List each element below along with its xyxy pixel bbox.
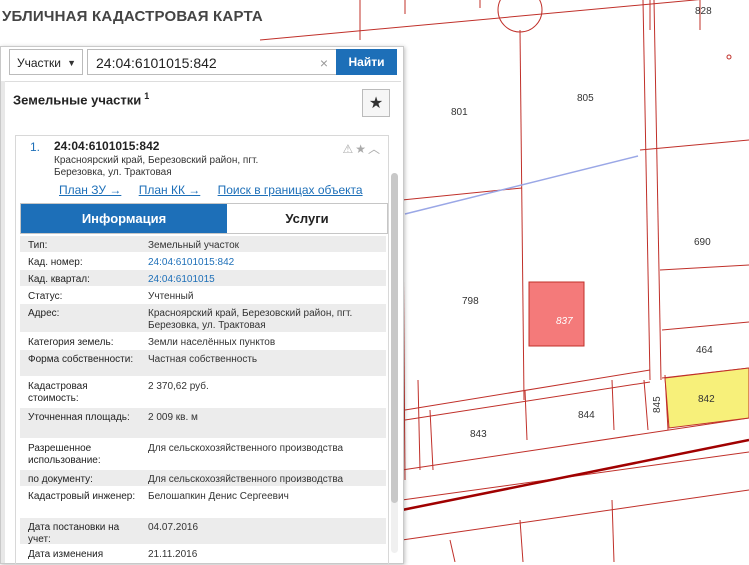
parcel-label: 464: [696, 345, 713, 356]
detail-key: Категория земель:: [28, 337, 114, 348]
detail-key: Дата изменения: [28, 549, 104, 560]
detail-row: Кад. квартал: 24:04:6101015: [20, 270, 386, 287]
detail-value: Для сельскохозяйственного производства: [148, 474, 344, 485]
result-card: 1. 24:04:6101015:842 Красноярский край, …: [15, 135, 389, 565]
tab-information[interactable]: Информация: [21, 204, 227, 233]
parcel-label: 801: [451, 107, 468, 118]
parcel-label: 842: [698, 394, 715, 405]
detail-row: Кад. номер: 24:04:6101015:842: [20, 253, 386, 270]
link-plan-zu[interactable]: План ЗУ →: [59, 183, 121, 197]
detail-row: Тип: Земельный участок: [20, 236, 386, 253]
detail-value: Частная собственность: [148, 354, 258, 365]
detail-row: по документу: Для сельскохозяйственного п…: [20, 470, 386, 487]
detail-key: Кадастровый инженер:: [28, 491, 136, 502]
detail-key: Кадастровая стоимость:: [28, 381, 88, 404]
favorites-button[interactable]: ★: [362, 89, 390, 117]
clear-icon[interactable]: ×: [320, 50, 328, 76]
tab-services[interactable]: Услуги: [227, 204, 387, 233]
detail-value: Белошапкин Денис Сергеевич: [148, 491, 289, 502]
detail-row: Категория земель: Земли населённых пункто…: [20, 333, 386, 350]
detail-value: Учтенный: [148, 291, 194, 302]
parcel-label: 843: [470, 429, 487, 440]
detail-row: Кадастровая стоимость: 2 370,62 руб.: [20, 377, 386, 408]
app-title: УБЛИЧНАЯ КАДАСТРОВАЯ КАРТА: [0, 8, 265, 25]
scrollbar[interactable]: [391, 173, 398, 553]
chevron-down-icon: ▼: [67, 58, 76, 68]
search-query: 24:04:6101015:842: [96, 55, 217, 71]
result-title[interactable]: 24:04:6101015:842: [54, 139, 159, 153]
parcel-label: 845: [652, 396, 663, 413]
parcel-label: 828: [695, 6, 712, 17]
detail-key: Разрешенное использование:: [28, 443, 101, 466]
detail-row: Статус: Учтенный: [20, 287, 386, 304]
section-title: Земельные участки 1: [13, 91, 149, 107]
detail-value: 04.07.2016: [148, 522, 199, 533]
result-address: Красноярский край, Березовский район, пг…: [54, 155, 259, 178]
detail-value: 2 009 кв. м: [148, 412, 198, 423]
detail-key: Форма собственности:: [28, 354, 134, 365]
detail-row: Кадастровый инженер: Белошапкин Денис Сер…: [20, 487, 386, 518]
search-type-label: Участки: [17, 56, 61, 70]
parcel-label: 798: [462, 296, 479, 307]
detail-value: 21.11.2016: [148, 549, 198, 560]
search-input[interactable]: 24:04:6101015:842 ×: [87, 49, 337, 75]
parcel-label: 844: [578, 410, 595, 421]
scrollbar-thumb[interactable]: [391, 173, 398, 503]
detail-row: Дата изменения 21.11.2016: [20, 545, 386, 562]
parcel-label: 690: [694, 237, 711, 248]
detail-value: Земельный участок: [148, 240, 240, 251]
detail-value: Для сельскохозяйственного производства: [148, 443, 344, 454]
section-title-text: Земельные участки: [13, 92, 142, 108]
detail-key: Статус:: [28, 291, 63, 302]
detail-value[interactable]: 24:04:6101015:842: [148, 257, 378, 269]
find-button[interactable]: Найти: [336, 49, 397, 75]
detail-row: Уточненная площадь: 2 009 кв. м: [20, 408, 386, 439]
detail-row: Форма собственности: Частная собственност…: [20, 350, 386, 377]
details-table: Тип: Земельный участок Кад. номер: 24:04:61…: [20, 236, 386, 562]
search-panel: Участки ▼ 24:04:6101015:842 × Найти Земе…: [0, 46, 404, 565]
divider: [1, 81, 401, 82]
detail-key: Тип:: [28, 240, 48, 251]
detail-value[interactable]: 24:04:6101015: [148, 274, 378, 286]
link-plan-kk[interactable]: План КК →: [139, 183, 201, 197]
detail-row: Разрешенное использование: Для сельскохоз…: [20, 439, 386, 470]
result-number: 1.: [30, 140, 41, 154]
search-bar: Участки ▼ 24:04:6101015:842 × Найти: [9, 49, 397, 77]
detail-value: Красноярский край, Березовский район, пг…: [148, 308, 353, 331]
search-type-select[interactable]: Участки ▼: [9, 49, 83, 75]
card-tabs: Информация Услуги: [20, 203, 388, 234]
detail-value: 2 370,62 руб.: [148, 381, 209, 392]
detail-value: Земли населённых пунктов: [148, 337, 276, 348]
detail-key: Уточненная площадь:: [28, 412, 130, 423]
detail-row: Адрес: Красноярский край, Березовский рай…: [20, 304, 386, 333]
detail-key: Адрес:: [28, 308, 60, 319]
parcel-label: 837: [556, 316, 573, 327]
result-count: 1: [144, 91, 150, 101]
detail-row: Дата постановки на учет: 04.07.2016: [20, 518, 386, 545]
card-action-icons[interactable]: ⚠★︿: [342, 140, 382, 157]
panel-edge: [1, 81, 5, 563]
detail-key: Дата постановки на учет:: [28, 522, 120, 545]
parcel-label: 805: [577, 93, 594, 104]
detail-key: Кад. номер:: [28, 257, 83, 268]
detail-key: Кад. квартал:: [28, 274, 90, 285]
detail-key: по документу:: [28, 474, 93, 485]
